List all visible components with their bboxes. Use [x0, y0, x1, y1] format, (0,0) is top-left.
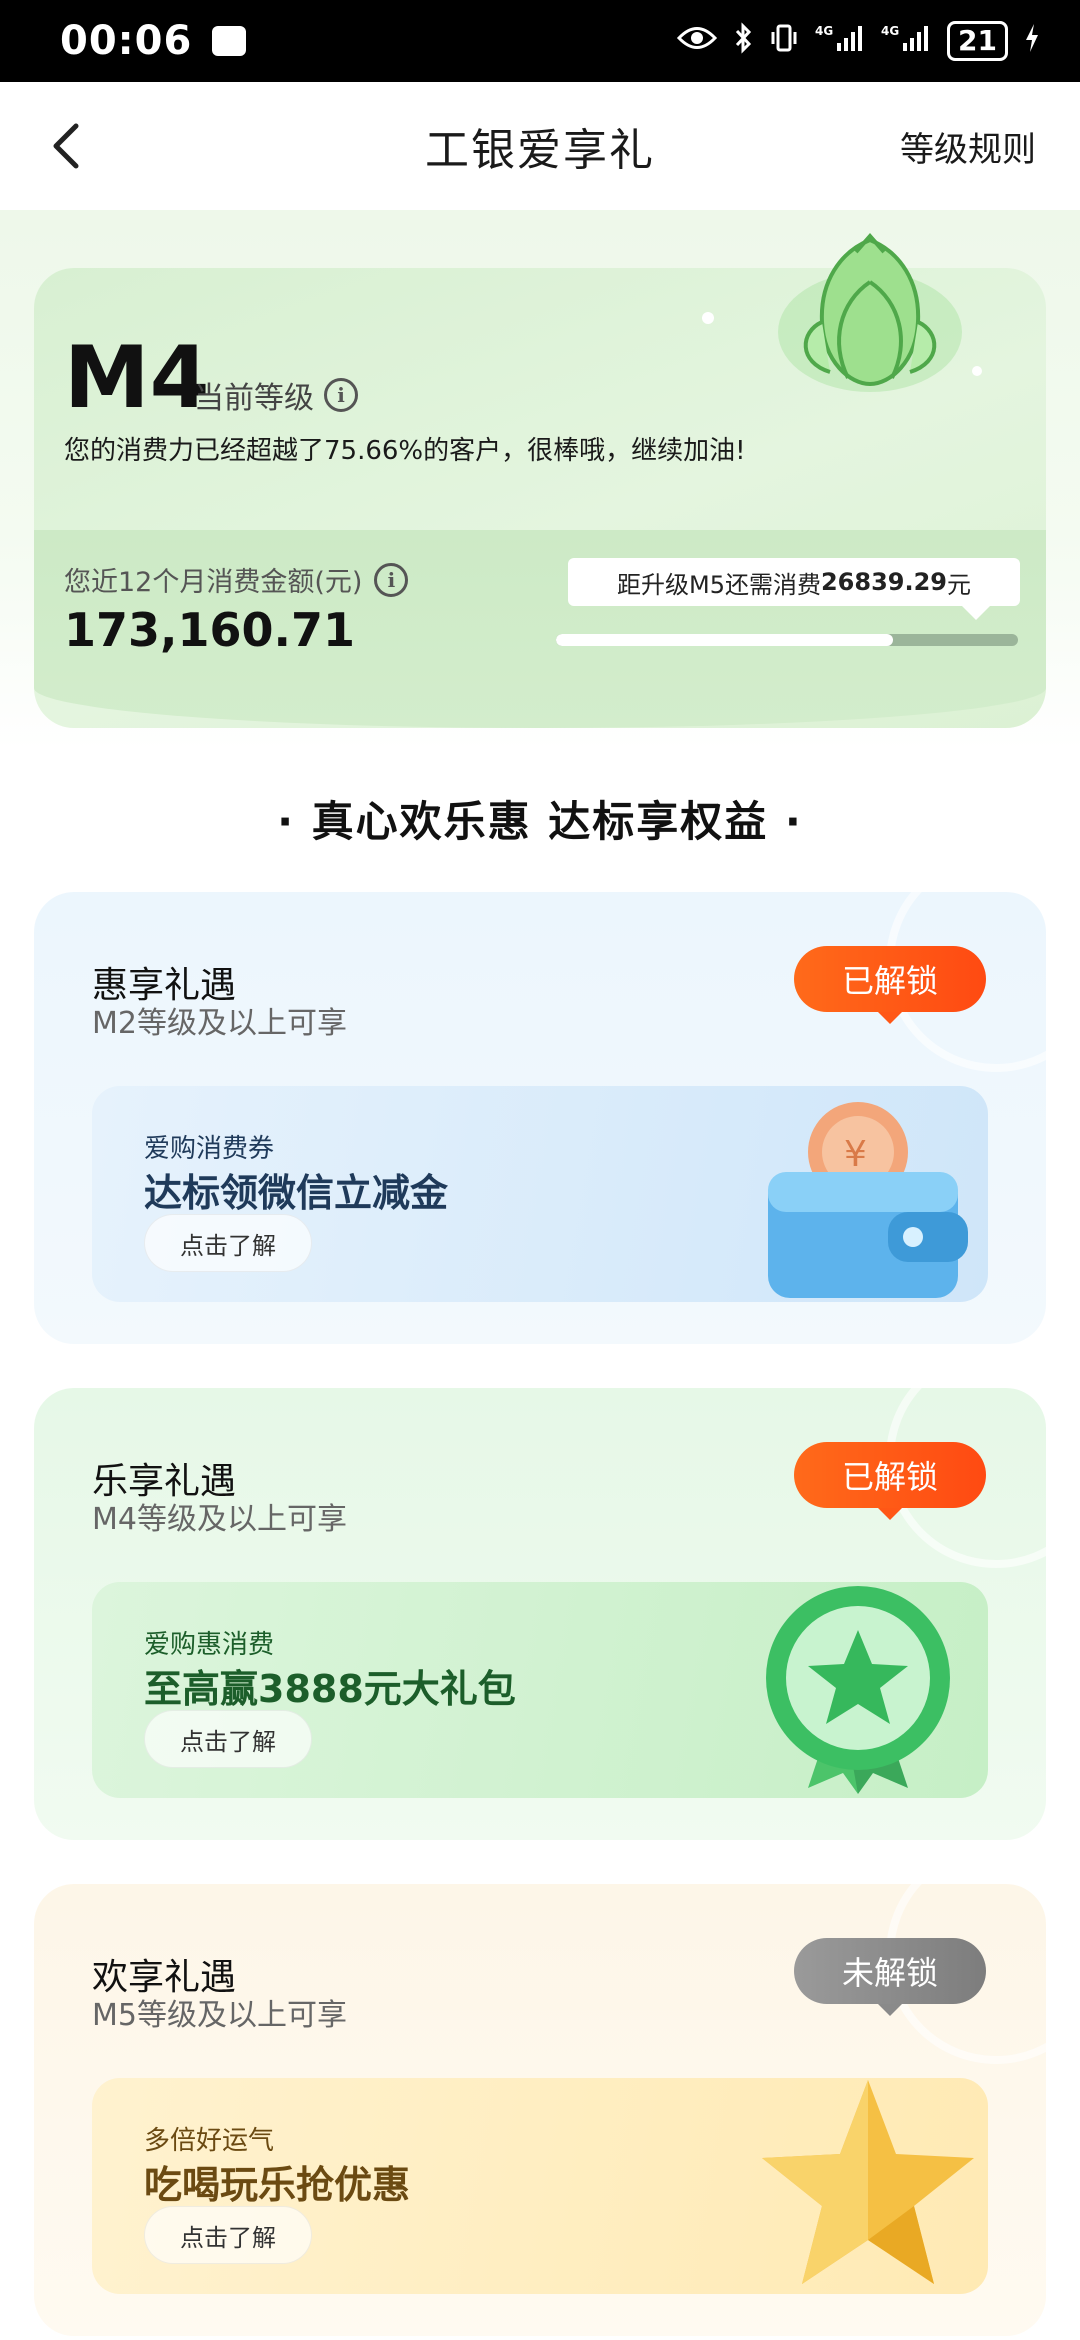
- battery-level: 21: [958, 24, 997, 57]
- info-icon[interactable]: i: [374, 562, 409, 597]
- benefit-requirement: M4等级及以上可享: [92, 1502, 347, 1537]
- upgrade-prefix: 距升级M5还需消费: [617, 570, 821, 599]
- bluetooth-icon: [733, 21, 753, 61]
- learn-more-button[interactable]: 点击了解: [144, 2206, 312, 2264]
- current-level: M4: [64, 328, 210, 428]
- spend-label-row: 您近12个月消费金额(元) i: [64, 560, 409, 599]
- signal-icon: 4G: [815, 23, 865, 60]
- upgrade-amount: 26839.29: [820, 568, 947, 596]
- benefit-requirement: M2等级及以上可享: [92, 1006, 347, 1041]
- promo-title: 达标领微信立减金: [144, 1171, 449, 1215]
- spend-value: 173,160.71: [64, 603, 356, 657]
- learn-more-button[interactable]: 点击了解: [144, 1214, 312, 1272]
- promo-banner[interactable]: 爱购消费券 达标领微信立减金 点击了解 ¥: [92, 1086, 988, 1302]
- eye-icon: [676, 25, 718, 58]
- network-label-1: 4G: [815, 24, 833, 38]
- current-level-label-row: 当前等级 i: [194, 373, 358, 417]
- promo-title: 吃喝玩乐抢优惠: [144, 2163, 411, 2207]
- promo-label: 爱购惠消费: [144, 1630, 275, 1660]
- star-medal-icon: [748, 1582, 978, 1798]
- gold-star-icon: [748, 2078, 978, 2294]
- page-title: 工银爱享礼: [425, 125, 655, 176]
- wallet-icon: ¥: [748, 1086, 978, 1302]
- sparkle-dot: [702, 312, 714, 324]
- status-time: 00:06: [60, 18, 193, 64]
- upgrade-tip: 距升级M5还需消费 26839.29 元: [568, 558, 1020, 620]
- signal-icon: 4G: [881, 23, 931, 60]
- network-label-2: 4G: [881, 24, 899, 38]
- current-level-label: 当前等级: [194, 381, 314, 416]
- upgrade-suffix: 元: [947, 570, 971, 599]
- benefit-card: 惠享礼遇 M2等级及以上可享 已解锁 爱购消费券 达标领微信立减金 点击了解 ¥: [34, 892, 1046, 1344]
- sparkle-dot: [972, 366, 982, 376]
- level-description: 您的消费力已经超越了75.66%的客户，很棒哦，继续加油!: [64, 436, 746, 466]
- nav-bar: 工银爱享礼 等级规则: [0, 82, 1080, 210]
- promo-label: 爱购消费券: [144, 1134, 275, 1164]
- battery-icon: 21: [947, 21, 1008, 61]
- section-title: · 真心欢乐惠 达标享权益 ·: [277, 797, 803, 846]
- benefit-card: 乐享礼遇 M4等级及以上可享 已解锁 爱购惠消费 至高赢3888元大礼包 点击了…: [34, 1388, 1046, 1840]
- chevron-left-icon[interactable]: [40, 116, 100, 176]
- status-badge: 已解锁: [794, 1442, 986, 1520]
- lotus-icon: [770, 222, 970, 402]
- upgrade-progress-bar: [556, 634, 1018, 646]
- promo-banner[interactable]: 多倍好运气 吃喝玩乐抢优惠 点击了解: [92, 2078, 988, 2294]
- svg-text:¥: ¥: [844, 1134, 867, 1175]
- charging-icon: [1024, 23, 1040, 60]
- status-badge: 未解锁: [794, 1938, 986, 2016]
- learn-more-button[interactable]: 点击了解: [144, 1710, 312, 1768]
- promo-title: 至高赢3888元大礼包: [144, 1667, 516, 1711]
- benefit-card: 欢享礼遇 M5等级及以上可享 未解锁 多倍好运气 吃喝玩乐抢优惠 点击了解: [34, 1884, 1046, 2336]
- status-badge: 已解锁: [794, 946, 986, 1024]
- app-notification-icon: [212, 26, 247, 56]
- info-icon[interactable]: i: [324, 378, 358, 412]
- vibrate-icon: [769, 23, 799, 60]
- benefit-requirement: M5等级及以上可享: [92, 1998, 347, 2033]
- level-rules-link[interactable]: 等级规则: [900, 122, 1036, 171]
- promo-label: 多倍好运气: [144, 2126, 275, 2156]
- spend-label: 您近12个月消费金额(元): [64, 567, 363, 598]
- upgrade-progress-fill: [556, 634, 894, 646]
- promo-banner[interactable]: 爱购惠消费 至高赢3888元大礼包 点击了解: [92, 1582, 988, 1798]
- status-bar: 00:06 4G 4G 21: [0, 0, 1080, 82]
